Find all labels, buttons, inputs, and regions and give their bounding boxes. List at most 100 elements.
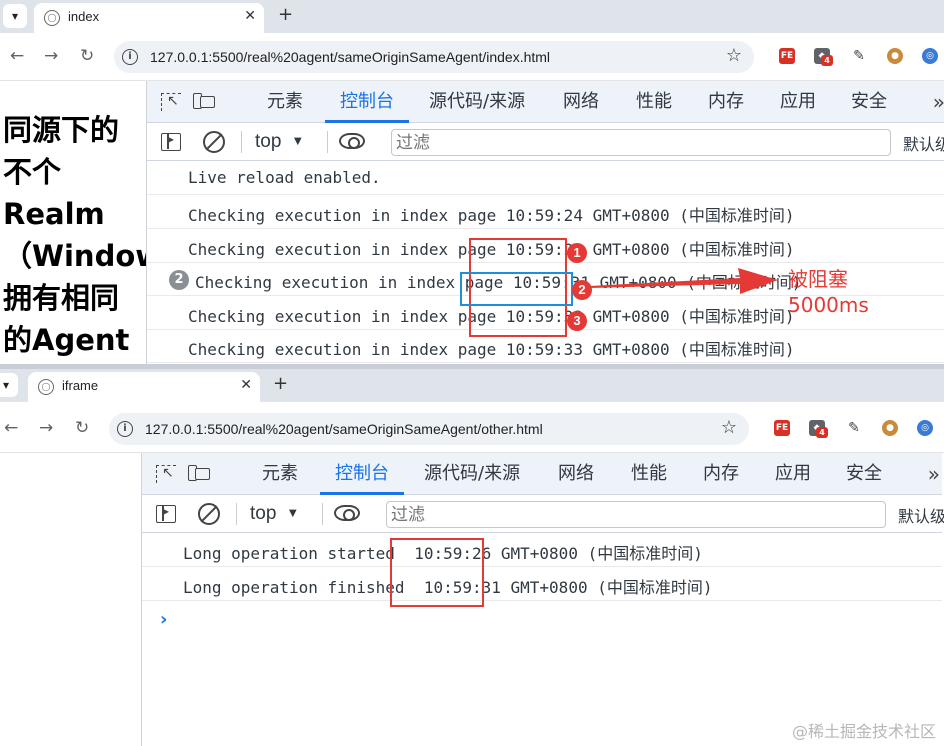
tab-title: index bbox=[68, 9, 100, 24]
tab-network[interactable]: 网络 bbox=[563, 81, 599, 123]
highlight-box-blocked-time bbox=[460, 272, 573, 306]
step-marker-1: 1 bbox=[567, 243, 587, 263]
tab-console[interactable]: 控制台 bbox=[325, 81, 409, 123]
cookie-icon[interactable]: ● bbox=[887, 48, 903, 64]
devtools-tabs: 元素 控制台 源代码/来源 网络 性能 内存 应用 安全 » bbox=[142, 453, 942, 495]
eye-icon[interactable] bbox=[334, 505, 360, 521]
console-message: Long operation finished 10:59:31 GMT+080… bbox=[142, 567, 942, 601]
clear-console-icon[interactable] bbox=[198, 503, 220, 525]
console-toolbar: top▼ 默认级 bbox=[147, 123, 944, 161]
clear-console-icon[interactable] bbox=[203, 131, 225, 153]
extension-globe-icon[interactable]: ◎ bbox=[917, 420, 933, 436]
omnibox[interactable]: i 127.0.0.1:5500/real%20agent/sameOrigin… bbox=[109, 413, 749, 445]
close-icon[interactable]: ✕ bbox=[244, 8, 256, 24]
close-icon[interactable]: ✕ bbox=[240, 377, 252, 393]
forward-icon[interactable]: → bbox=[39, 418, 53, 438]
star-icon[interactable]: ☆ bbox=[721, 417, 737, 438]
devtools-panel: 元素 控制台 源代码/来源 网络 性能 内存 应用 安全 » top▼ 默认级 … bbox=[141, 453, 944, 746]
eye-icon[interactable] bbox=[339, 133, 365, 149]
tab-sources[interactable]: 源代码/来源 bbox=[424, 453, 520, 495]
address-bar: ← → ↻ i 127.0.0.1:5500/real%20agent/same… bbox=[0, 33, 944, 81]
page-content: 同源下的 不个 Realm （Window 拥有相同 的Agent bbox=[0, 81, 146, 364]
toolbar-divider bbox=[236, 503, 237, 525]
globe-icon: ◯ bbox=[38, 379, 54, 395]
inspect-element-icon[interactable] bbox=[161, 93, 181, 111]
repeat-count-badge: 2 bbox=[169, 270, 189, 290]
log-levels-dropdown[interactable]: 默认级 bbox=[898, 503, 944, 527]
info-icon[interactable]: i bbox=[117, 421, 133, 437]
fe-extension-icon[interactable]: FE bbox=[779, 48, 795, 64]
tab-security[interactable]: 安全 bbox=[851, 81, 887, 123]
more-tabs-icon[interactable]: » bbox=[928, 453, 940, 495]
console-output: Long operation started 10:59:26 GMT+0800… bbox=[142, 533, 942, 746]
back-icon[interactable]: ← bbox=[4, 418, 18, 438]
blocked-duration-label: 被阻塞 5000ms bbox=[788, 267, 869, 317]
tab-application[interactable]: 应用 bbox=[775, 453, 811, 495]
console-message: Checking execution in index page 10:59:2… bbox=[147, 195, 944, 229]
eyedropper-icon[interactable]: ✎ bbox=[846, 420, 862, 436]
tab-elements[interactable]: 元素 bbox=[262, 453, 298, 495]
chevron-down-icon[interactable]: ▾ bbox=[0, 373, 18, 397]
url-text: 127.0.0.1:5500/real%20agent/sameOriginSa… bbox=[145, 421, 543, 437]
reload-icon[interactable]: ↻ bbox=[80, 46, 94, 66]
tab-memory[interactable]: 内存 bbox=[703, 453, 739, 495]
blocked-arrow-icon bbox=[590, 268, 778, 294]
new-tab-button[interactable]: + bbox=[278, 4, 293, 25]
tab-title: iframe bbox=[62, 378, 99, 393]
star-icon[interactable]: ☆ bbox=[726, 45, 742, 66]
console-message: Live reload enabled. bbox=[147, 161, 944, 195]
tab-network[interactable]: 网络 bbox=[558, 453, 594, 495]
page-heading: 同源下的 不个 Realm （Window 拥有相同 的Agent bbox=[3, 113, 146, 357]
tab-performance[interactable]: 性能 bbox=[631, 453, 667, 495]
tab-security[interactable]: 安全 bbox=[846, 453, 882, 495]
tab-console[interactable]: 控制台 bbox=[320, 453, 404, 495]
tab-memory[interactable]: 内存 bbox=[708, 81, 744, 123]
tab-elements[interactable]: 元素 bbox=[267, 81, 303, 123]
tab-iframe[interactable]: ◯ iframe ✕ bbox=[28, 372, 260, 402]
new-tab-button[interactable]: + bbox=[273, 373, 288, 394]
watermark: @稀土掘金技术社区 bbox=[791, 722, 936, 741]
forward-icon[interactable]: → bbox=[44, 46, 58, 66]
device-toolbar-icon[interactable] bbox=[193, 93, 215, 111]
log-levels-dropdown[interactable]: 默认级 bbox=[903, 131, 944, 155]
console-toolbar: top▼ 默认级 bbox=[142, 495, 944, 533]
context-selector[interactable]: top ▼ bbox=[250, 503, 299, 525]
console-message-text: Live reload enabled. bbox=[188, 168, 381, 187]
sidebar-toggle-icon[interactable] bbox=[156, 504, 176, 523]
filter-input[interactable] bbox=[386, 501, 886, 528]
console-message-text: Checking execution in index page 10:59:2… bbox=[188, 206, 795, 225]
step-marker-3: 3 bbox=[567, 311, 587, 331]
context-selector[interactable]: top ▼ bbox=[255, 131, 304, 153]
tab-strip: ▾ ◯ index ✕ + bbox=[0, 0, 944, 33]
console-message-text: Checking execution in index page 10:59:3… bbox=[188, 340, 795, 359]
sidebar-toggle-icon[interactable] bbox=[161, 132, 181, 151]
filter-input[interactable] bbox=[391, 129, 891, 156]
tab-index[interactable]: ◯ index ✕ bbox=[34, 3, 264, 33]
omnibox[interactable]: i 127.0.0.1:5500/real%20agent/sameOrigin… bbox=[114, 41, 754, 73]
console-prompt[interactable]: › bbox=[160, 609, 167, 630]
device-toolbar-icon[interactable] bbox=[188, 465, 210, 483]
back-icon[interactable]: ← bbox=[10, 46, 24, 66]
extension-globe-icon[interactable]: ◎ bbox=[922, 48, 938, 64]
address-bar: ← → ↻ i 127.0.0.1:5500/real%20agent/same… bbox=[0, 405, 944, 453]
console-message: Long operation started 10:59:26 GMT+0800… bbox=[142, 533, 942, 567]
toolbar-divider bbox=[241, 131, 242, 153]
toolbar-divider bbox=[322, 503, 323, 525]
reload-icon[interactable]: ↻ bbox=[75, 418, 89, 438]
tab-application[interactable]: 应用 bbox=[780, 81, 816, 123]
highlight-box-iframe-times bbox=[390, 538, 484, 607]
extension-puzzle-icon[interactable]: ◆4 bbox=[809, 420, 828, 438]
cookie-icon[interactable]: ● bbox=[882, 420, 898, 436]
inspect-element-icon[interactable] bbox=[156, 465, 176, 483]
extension-puzzle-icon[interactable]: ◆4 bbox=[814, 48, 833, 66]
more-tabs-icon[interactable]: » bbox=[933, 81, 944, 123]
tab-sources[interactable]: 源代码/来源 bbox=[429, 81, 525, 123]
globe-icon: ◯ bbox=[44, 10, 60, 26]
fe-extension-icon[interactable]: FE bbox=[774, 420, 790, 436]
eyedropper-icon[interactable]: ✎ bbox=[851, 48, 867, 64]
info-icon[interactable]: i bbox=[122, 49, 138, 65]
caret-down-icon: ▼ bbox=[286, 505, 300, 520]
devtools-tabs: 元素 控制台 源代码/来源 网络 性能 内存 应用 安全 » bbox=[147, 81, 944, 123]
chevron-down-icon[interactable]: ▾ bbox=[3, 4, 27, 28]
tab-performance[interactable]: 性能 bbox=[636, 81, 672, 123]
